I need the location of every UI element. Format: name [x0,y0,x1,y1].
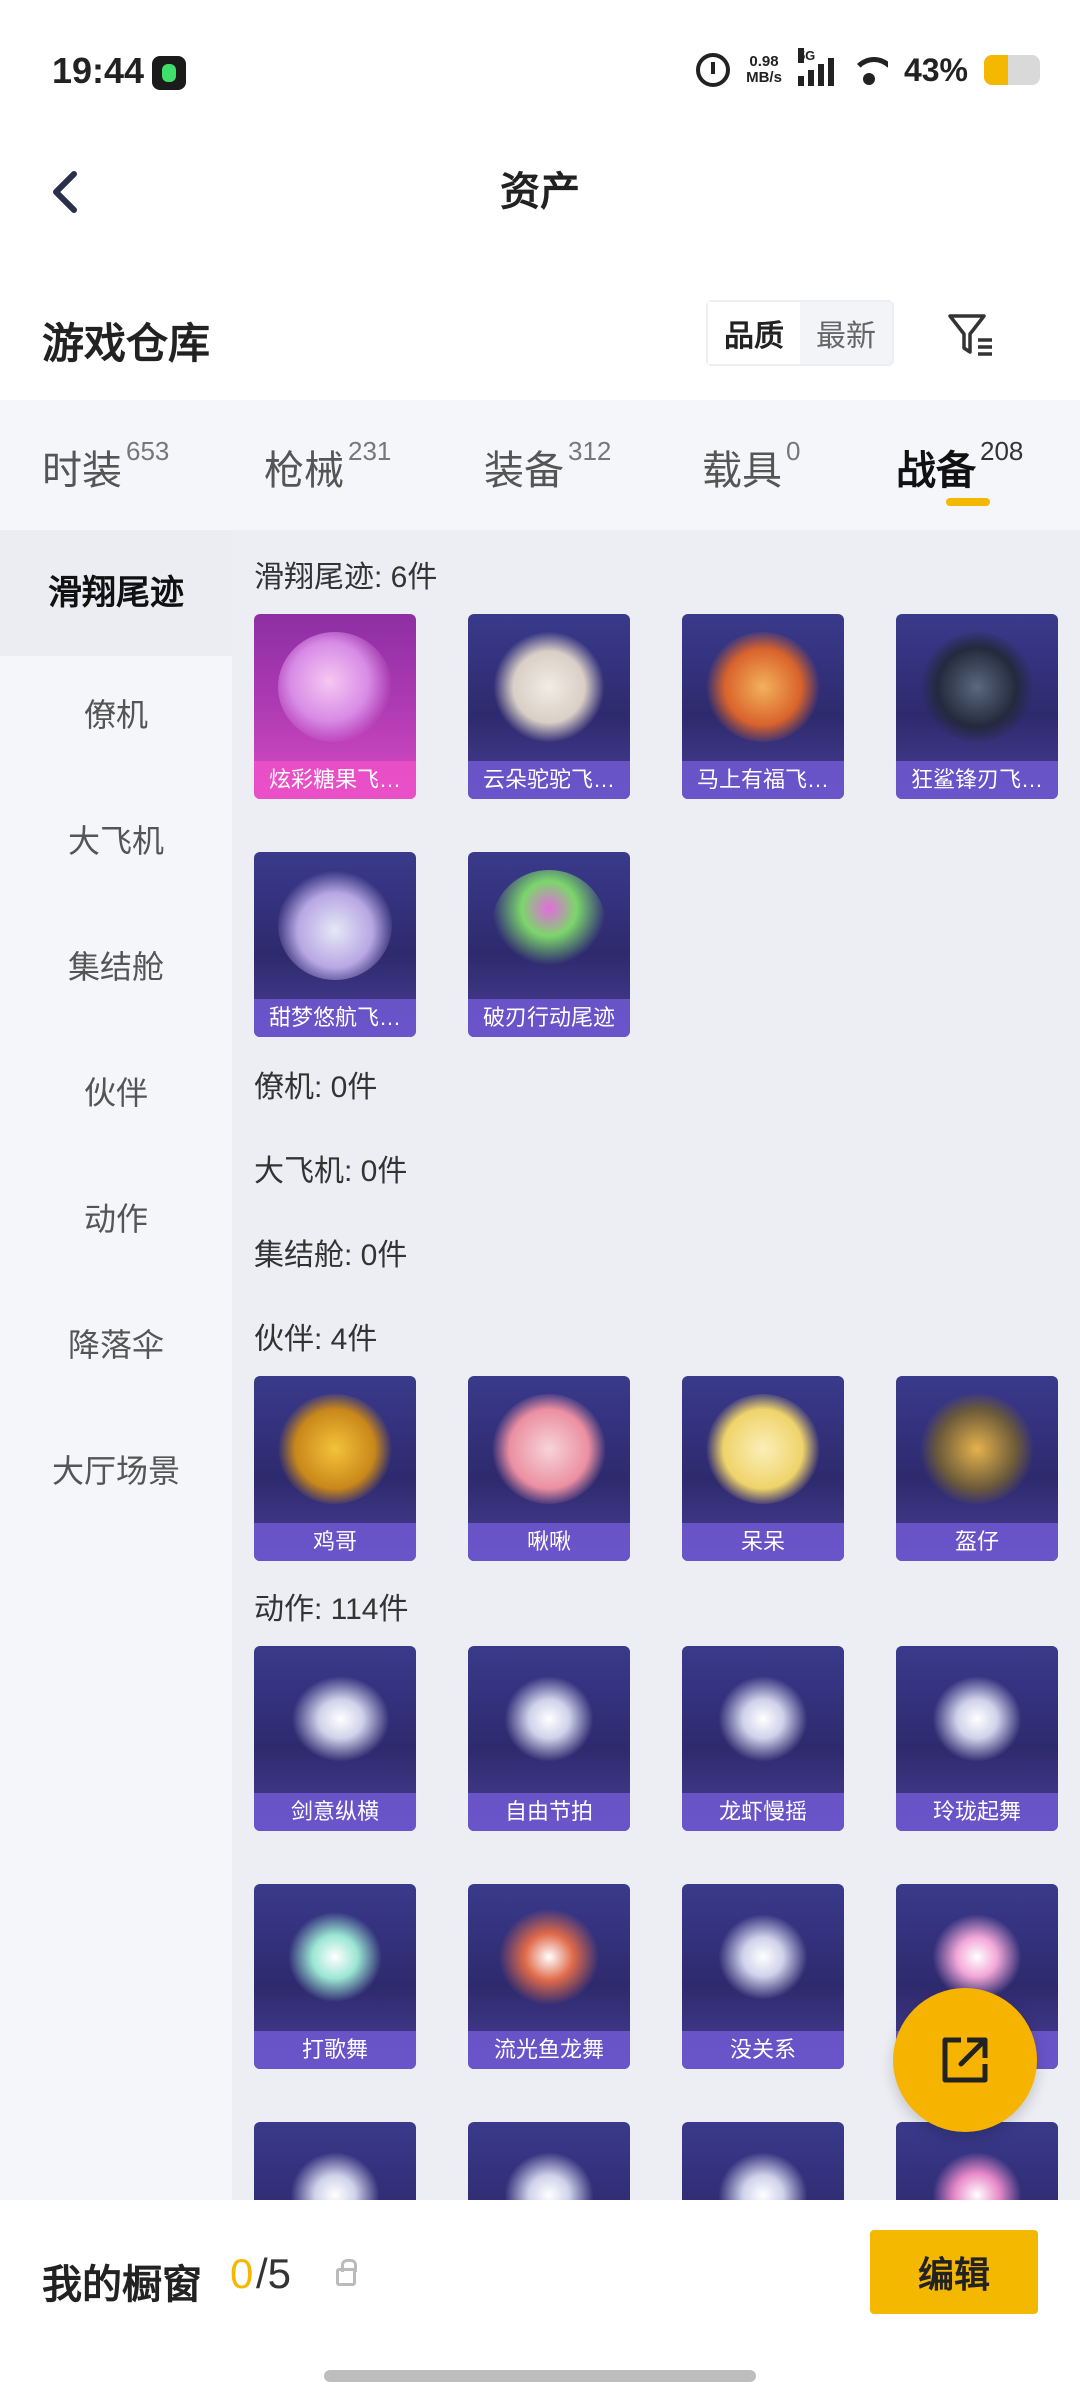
section-title-partner: 伙伴: 4件 [254,1323,378,1356]
tab-label: 载具 [702,449,782,493]
item-card[interactable]: 狂鲨锋刃飞… [896,614,1058,799]
item-name: 打歌舞 [254,2031,416,2069]
music-app-icon [152,56,186,90]
item-card[interactable]: 剑意纵横 [254,1646,416,1831]
item-name: 流光鱼龙舞 [468,2031,630,2069]
tab-equipment[interactable]: 装备 312 [484,436,612,496]
tab-count: 312 [568,436,612,466]
battery-icon [984,55,1040,85]
item-name: 没关系 [682,2031,844,2069]
item-card[interactable]: 马上有福飞… [682,614,844,799]
showcase-label: 我的橱窗 [42,2263,202,2307]
page-title: 资产 [500,170,580,214]
item-card[interactable]: 打歌舞 [254,1884,416,2069]
tab-combat-prep[interactable]: 战备 208 [896,436,1024,496]
item-card[interactable]: 云朵驼驼飞… [468,614,630,799]
tab-label: 枪械 [264,449,344,493]
item-name: 云朵驼驼飞… [468,761,630,799]
item-card[interactable] [468,2122,630,2200]
sidebar-item-pod[interactable]: 集结舱 [0,942,232,988]
item-card[interactable]: 盔仔 [896,1376,1058,1561]
status-icons: 0.98 MB/s 5G 43% [696,46,1040,94]
item-card[interactable]: 呆呆 [682,1376,844,1561]
net-speed-unit: MB/s [746,69,782,86]
item-card[interactable]: 啾啾 [468,1376,630,1561]
sort-toggle: 品质 最新 [706,300,894,366]
filter-icon[interactable] [944,308,998,362]
tab-count: 0 [786,436,801,466]
lock-icon [336,2259,357,2286]
item-name: 鸡哥 [254,1523,416,1561]
status-bar: 19:44 0.98 MB/s 5G 43% [0,0,1080,140]
item-card[interactable]: 没关系 [682,1884,844,2069]
section-title-wingman: 僚机: 0件 [254,1071,378,1104]
tab-count: 231 [348,436,392,466]
item-name: 自由节拍 [468,1793,630,1831]
sidebar-item-emote[interactable]: 动作 [0,1194,232,1240]
net-speed-value: 0.98 [749,53,779,70]
tab-vehicles[interactable]: 载具 0 [702,436,801,496]
section-title-glide: 滑翔尾迹: 6件 [254,561,438,594]
alarm-icon [696,53,731,87]
item-name: 玲珑起舞 [896,1793,1058,1831]
item-grid-area: 滑翔尾迹: 6件 炫彩糖果飞… 云朵驼驼飞… 马上有福飞… 狂鲨锋刃飞… 甜梦悠… [232,530,1080,2200]
item-card[interactable]: 炫彩糖果飞… [254,614,416,799]
category-tabs: 时装 653 枪械 231 装备 312 载具 0 战备 208 [0,400,1080,530]
tab-label: 战备 [896,449,976,493]
item-card[interactable]: 自由节拍 [468,1646,630,1831]
item-name: 炫彩糖果飞… [254,761,416,799]
sort-quality-option[interactable]: 品质 [708,302,800,364]
sort-newest-option[interactable]: 最新 [800,302,892,364]
tab-guns[interactable]: 枪械 231 [264,436,392,496]
tab-active-indicator [946,498,990,506]
section-title-pod: 集结舱: 0件 [254,1239,408,1272]
sidebar-item-partner[interactable]: 伙伴 [0,1068,232,1114]
edit-button[interactable]: 编辑 [870,2230,1038,2314]
wifi-icon [849,55,888,85]
tab-label: 装备 [484,449,564,493]
item-name: 啾啾 [468,1523,630,1561]
battery-percent: 43% [903,51,968,88]
item-name: 龙虾慢摇 [682,1793,844,1831]
net-speed: 0.98 MB/s [746,54,782,86]
item-card[interactable] [254,2122,416,2200]
item-name: 狂鲨锋刃飞… [896,761,1058,799]
sidebar-item-wingman[interactable]: 僚机 [0,690,232,736]
item-name: 盔仔 [896,1523,1058,1561]
item-name: 马上有福飞… [682,761,844,799]
item-name: 剑意纵横 [254,1793,416,1831]
home-indicator[interactable] [324,2370,756,2382]
item-card[interactable]: 流光鱼龙舞 [468,1884,630,2069]
tab-count: 208 [980,436,1024,466]
sidebar: 滑翔尾迹 僚机 大飞机 集结舱 伙伴 动作 降落伞 大厅场景 [0,530,232,2200]
nav-bar: 资产 [0,140,1080,260]
item-card[interactable]: 龙虾慢摇 [682,1646,844,1831]
sidebar-item-lobby-scene[interactable]: 大厅场景 [0,1446,232,1492]
section-title-emote: 动作: 114件 [254,1593,409,1626]
sidebar-item-plane[interactable]: 大飞机 [0,816,232,862]
item-card[interactable] [896,2122,1058,2200]
warehouse-title: 游戏仓库 [42,320,211,367]
share-out-icon [942,2037,988,2083]
tab-fashion[interactable]: 时装 653 [42,436,170,496]
section-title-plane: 大飞机: 0件 [254,1155,408,1188]
network-type: 5G [797,48,816,63]
share-button[interactable] [893,1988,1037,2132]
tab-label: 时装 [42,449,122,493]
showcase-total: /5 [256,2250,292,2297]
item-card[interactable]: 破刃行动尾迹 [468,852,630,1037]
item-name: 甜梦悠航飞… [254,999,416,1037]
showcase-current-count: 0 [230,2250,254,2297]
status-time: 19:44 [52,50,145,91]
sidebar-item-glide-trail[interactable]: 滑翔尾迹 [0,530,232,656]
item-card[interactable] [682,2122,844,2200]
item-card[interactable]: 鸡哥 [254,1376,416,1561]
item-card[interactable]: 玲珑起舞 [896,1646,1058,1831]
item-name: 呆呆 [682,1523,844,1561]
tab-count: 653 [126,436,170,466]
sidebar-item-parachute[interactable]: 降落伞 [0,1320,232,1366]
signal-icon: 5G [797,48,834,86]
item-name: 破刃行动尾迹 [468,999,630,1037]
item-card[interactable]: 甜梦悠航飞… [254,852,416,1037]
